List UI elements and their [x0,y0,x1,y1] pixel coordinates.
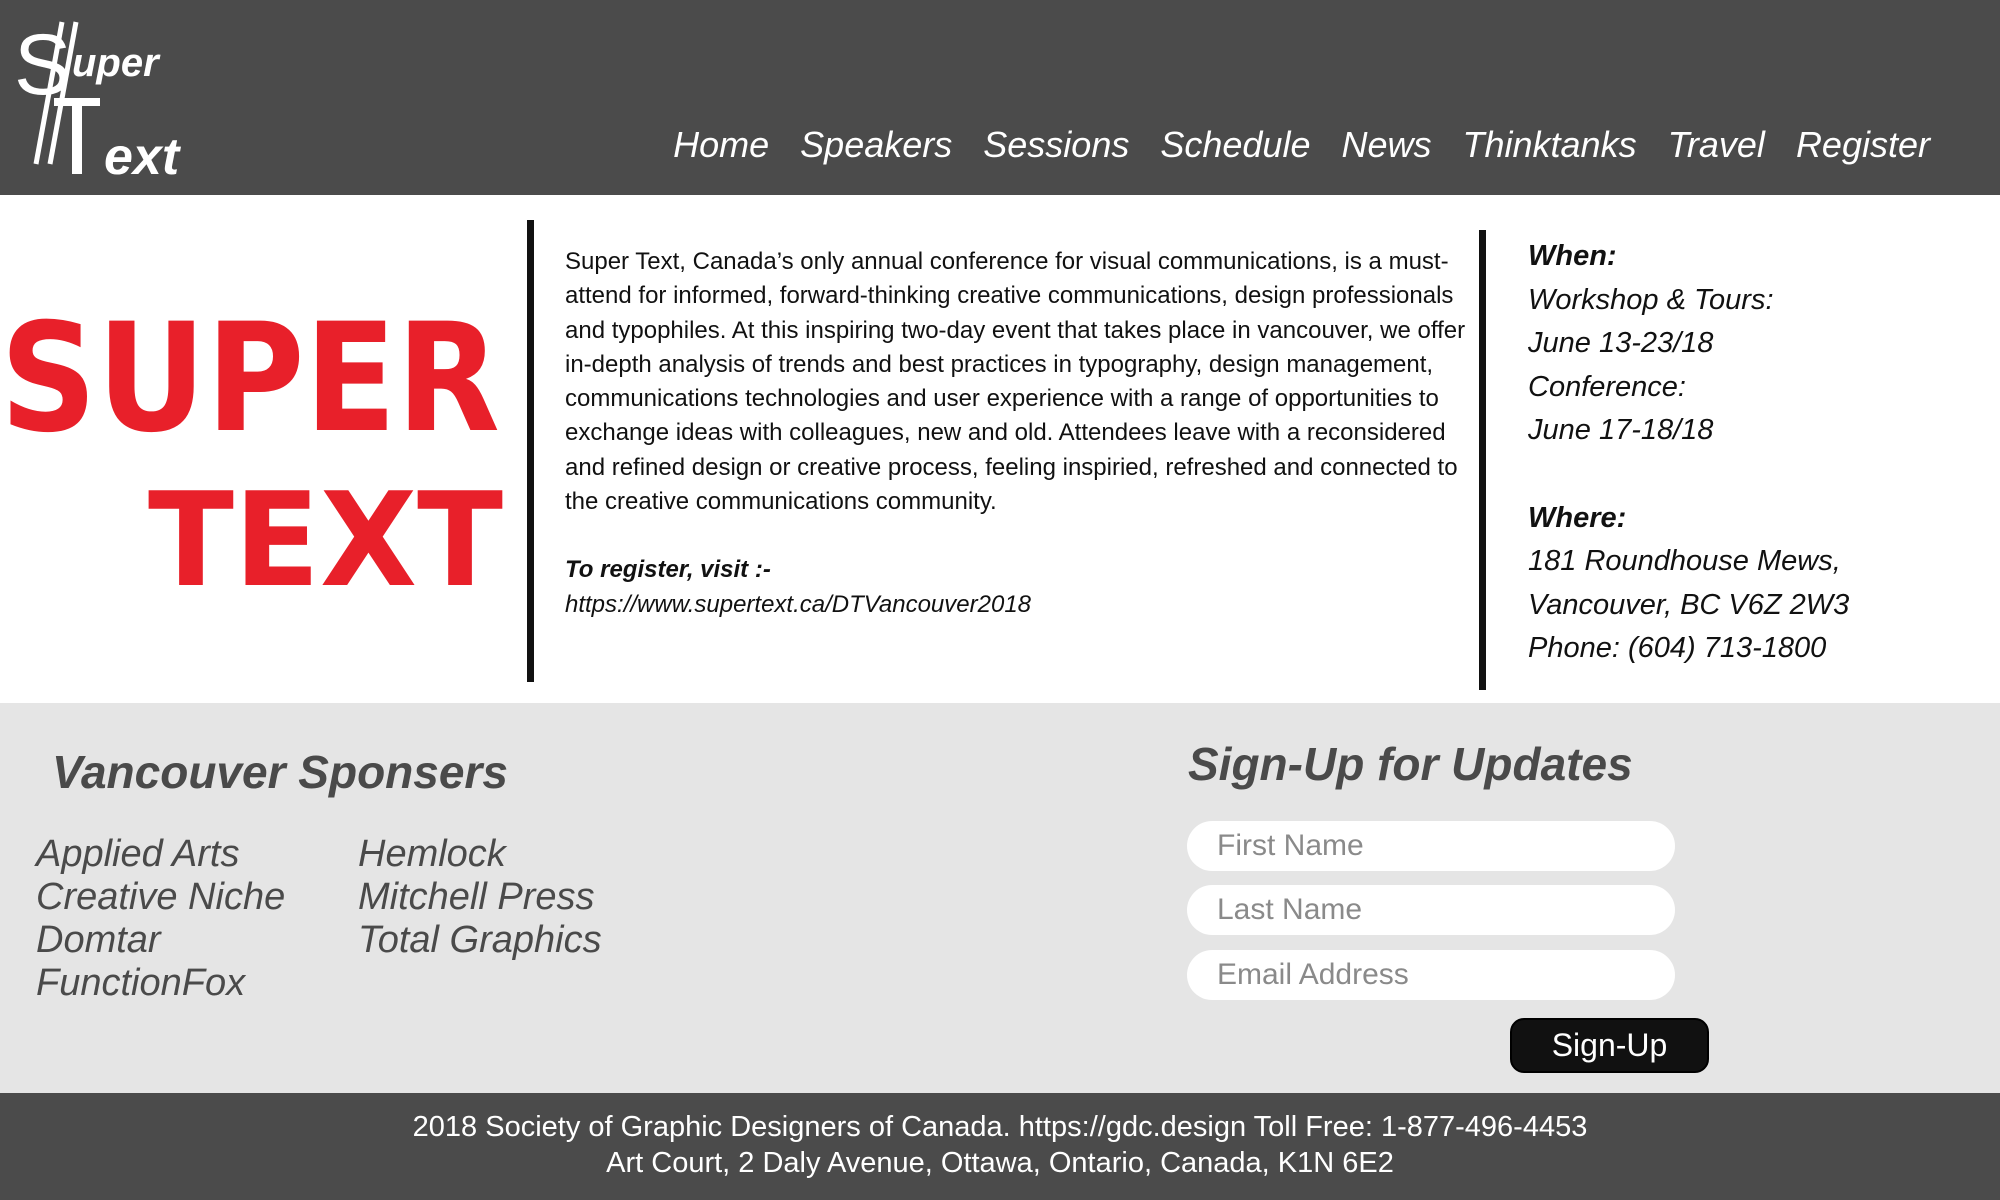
address-line2: Vancouver, BC V6Z 2W3 [1528,588,1850,621]
sponsor-item: Total Graphics [358,919,602,961]
last-name-field[interactable] [1187,885,1675,935]
super-text-logo[interactable]: S uper ext [14,14,194,184]
nav-home[interactable]: Home [673,124,769,166]
nav-news[interactable]: News [1341,124,1431,166]
register-label: To register, visit :- [565,556,771,584]
hero-section: SUPER TEXT Super Text, Canada’s only ann… [0,195,2000,703]
phone-number: Phone: (604) 713-1800 [1528,632,1827,665]
sponsor-column-2: Hemlock Mitchell Press Total Graphics [358,833,602,962]
footer-line2: Art Court, 2 Daly Avenue, Ottawa, Ontari… [606,1147,1394,1179]
when-label: When: [1528,240,1617,272]
logo-text-top: uper [72,41,161,85]
about-text: Super Text, Canada’s only annual confere… [565,248,1466,516]
sponsor-item: Mitchell Press [358,876,595,918]
divider-left [527,220,534,682]
sponsor-item: Domtar [36,919,161,961]
conference-label: Conference: [1528,370,1686,403]
sponsors-signup-band: Vancouver Sponsers Applied Arts Creative… [0,703,2000,1093]
sponsor-item: Applied Arts [36,833,240,875]
nav-register[interactable]: Register [1796,124,1930,166]
sponsor-item: FunctionFox [36,962,246,1004]
site-footer: 2018 Society of Graphic Designers of Can… [0,1093,2000,1200]
register-url[interactable]: https://www.supertext.ca/DTVancouver2018 [565,588,1485,622]
footer-line1: 2018 Society of Graphic Designers of Can… [412,1111,1588,1143]
hero-logo-line1: SUPER [0,292,500,466]
signup-button[interactable]: Sign-Up [1510,1018,1709,1073]
conference-dates: June 17-18/18 [1528,414,1714,447]
workshop-label: Workshop & Tours: [1528,283,1774,316]
sponsors-title: Vancouver Sponsers [52,746,508,798]
sponsor-item: Creative Niche [36,876,286,918]
sponsor-column-1: Applied Arts Creative Niche Domtar Funct… [36,833,285,1005]
nav-speakers[interactable]: Speakers [800,124,952,166]
about-section: Super Text, Canada’s only annual confere… [565,245,1485,622]
super-text-hero-logo: SUPER TEXT [0,292,503,605]
divider-right [1479,230,1486,690]
nav-thinktanks[interactable]: Thinktanks [1463,124,1637,166]
address-line1: 181 Roundhouse Mews, [1528,545,1841,578]
nav-schedule[interactable]: Schedule [1160,124,1310,166]
email-field[interactable] [1187,950,1675,1000]
nav-sessions[interactable]: Sessions [983,124,1129,166]
sponsor-item: Hemlock [358,833,506,875]
logo-text-bottom: ext [104,128,182,184]
signup-title: Sign-Up for Updates [1188,738,1633,790]
first-name-field[interactable] [1187,821,1675,871]
main-nav: Home Speakers Sessions Schedule News Thi… [642,124,1930,166]
hero-logo-line2: TEXT [148,464,503,605]
where-label: Where: [1528,501,1627,534]
site-header: S uper ext Home Speakers Sessions Schedu… [0,0,2000,195]
nav-travel[interactable]: Travel [1668,124,1765,166]
workshop-dates: June 13-23/18 [1528,327,1714,360]
event-info: When: Workshop & Tours: June 13-23/18 Co… [1528,235,1968,671]
